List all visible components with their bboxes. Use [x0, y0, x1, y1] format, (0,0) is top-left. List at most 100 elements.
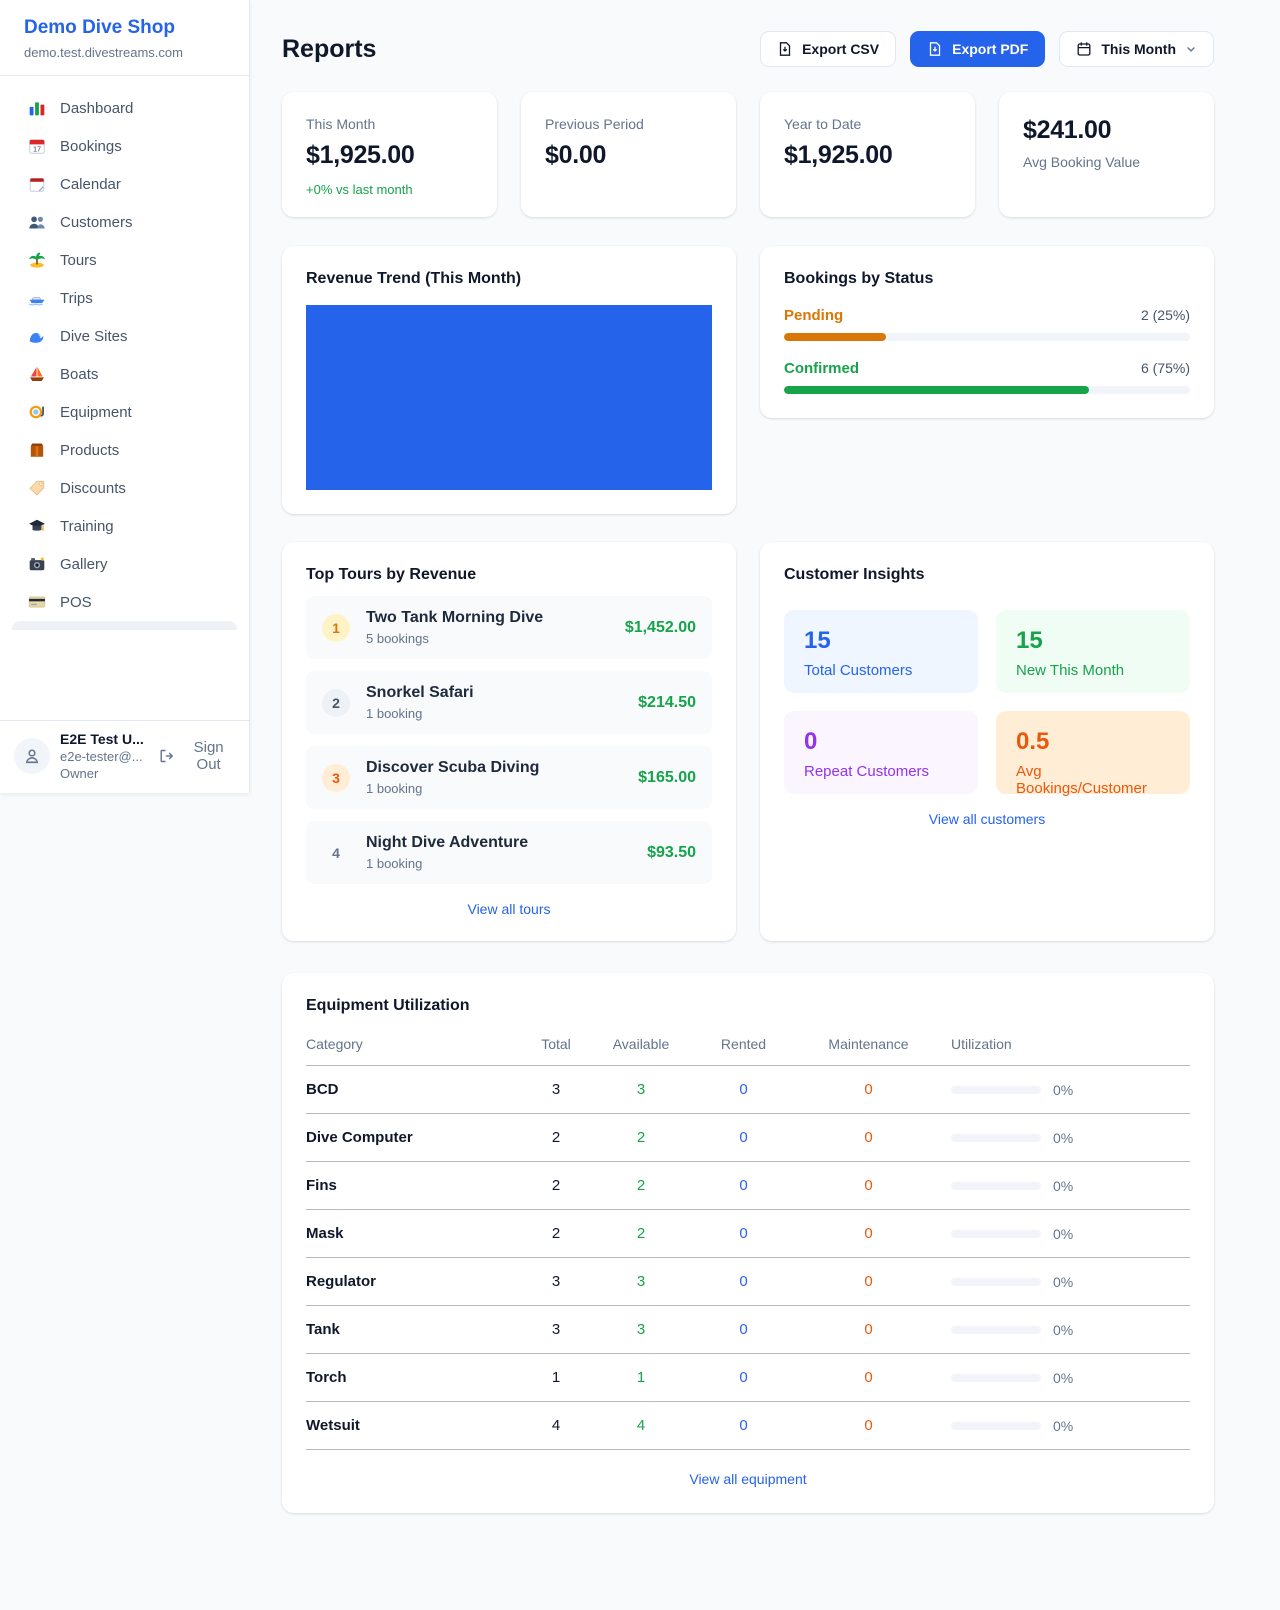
sidebar-item-dashboard[interactable]: Dashboard [12, 89, 237, 127]
sidebar-item-reports-partial[interactable] [12, 621, 237, 630]
period-label: This Month [1101, 41, 1176, 57]
chevron-down-icon [1185, 43, 1197, 55]
equipment-total: 3 [521, 1066, 591, 1114]
tour-amount: $93.50 [647, 844, 696, 862]
sidebar-item-label: Discounts [60, 480, 126, 497]
equipment-rented: 0 [691, 1258, 796, 1306]
sidebar-item-training[interactable]: Training [12, 507, 237, 545]
stat-card-previous-period: Previous Period $0.00 [521, 92, 736, 217]
equipment-rented: 0 [691, 1306, 796, 1354]
sailboat-icon [28, 365, 46, 383]
wave-icon [28, 327, 46, 345]
equipment-table: Category Total Available Rented Maintena… [306, 1036, 1190, 1450]
equipment-available: 3 [591, 1306, 691, 1354]
equipment-total: 2 [521, 1210, 591, 1258]
equipment-total: 1 [521, 1354, 591, 1402]
tour-bookings: 5 bookings [366, 631, 543, 646]
utilization-percent: 0% [1053, 1178, 1073, 1194]
sidebar-item-label: Training [60, 518, 114, 535]
speedboat-icon [28, 289, 46, 307]
equipment-category: BCD [306, 1066, 521, 1114]
top-tours-title: Top Tours by Revenue [306, 566, 712, 584]
brand-name: Demo Dive Shop [24, 17, 225, 39]
sidebar-item-products[interactable]: Products [12, 431, 237, 469]
status-label: Pending [784, 307, 843, 324]
equipment-category: Regulator [306, 1258, 521, 1306]
bookings-status-title: Bookings by Status [784, 270, 1190, 288]
stat-value: $1,925.00 [306, 141, 473, 170]
tile-value: 0 [804, 728, 958, 756]
sidebar-item-calendar[interactable]: Calendar [12, 165, 237, 203]
sidebar-item-label: POS [60, 594, 92, 611]
stat-card-this-month: This Month $1,925.00 +0% vs last month [282, 92, 497, 217]
utilization-percent: 0% [1053, 1226, 1073, 1242]
tile-new-this-month: 15 New This Month [996, 610, 1190, 693]
brand: Demo Dive Shop demo.test.divestreams.com [0, 0, 249, 76]
tour-row: 4 Night Dive Adventure 1 booking $93.50 [306, 821, 712, 884]
sidebar-item-tours[interactable]: Tours [12, 241, 237, 279]
avatar [14, 738, 50, 774]
equipment-row: BCD 3 3 0 0 0% [306, 1066, 1190, 1114]
export-pdf-button[interactable]: Export PDF [910, 31, 1045, 67]
stat-value: $1,925.00 [784, 141, 951, 170]
stat-value: $241.00 [1023, 116, 1190, 145]
view-all-customers-link[interactable]: View all customers [929, 811, 1045, 827]
equipment-available: 4 [591, 1402, 691, 1450]
sidebar-item-bookings[interactable]: 17 Bookings [12, 127, 237, 165]
equipment-rented: 0 [691, 1354, 796, 1402]
rank-badge: 1 [322, 614, 350, 642]
col-header-maintenance: Maintenance [796, 1036, 941, 1066]
equipment-rented: 0 [691, 1114, 796, 1162]
sidebar-item-label: Bookings [60, 138, 122, 155]
sidebar-item-equipment[interactable]: Equipment [12, 393, 237, 431]
equipment-maintenance: 0 [796, 1306, 941, 1354]
utilization-percent: 0% [1053, 1322, 1073, 1338]
user-email: e2e-tester@... [60, 749, 149, 764]
customer-insights-card: Customer Insights 15 Total Customers 15 … [760, 542, 1214, 941]
tour-amount: $165.00 [638, 769, 696, 787]
sidebar-item-boats[interactable]: Boats [12, 355, 237, 393]
people-icon [28, 213, 46, 231]
sidebar-item-label: Equipment [60, 404, 132, 421]
sidebar-item-label: Products [60, 442, 119, 459]
export-csv-button[interactable]: Export CSV [760, 31, 896, 67]
tour-name: Night Dive Adventure [366, 834, 528, 852]
equipment-maintenance: 0 [796, 1162, 941, 1210]
sidebar-item-customers[interactable]: Customers [12, 203, 237, 241]
equipment-category: Mask [306, 1210, 521, 1258]
utilization-track [951, 1182, 1041, 1190]
tour-bookings: 1 booking [366, 856, 528, 871]
page-title: Reports [282, 35, 376, 64]
dive-mask-icon [28, 403, 46, 421]
export-csv-label: Export CSV [802, 41, 879, 57]
stat-value: $0.00 [545, 141, 712, 170]
equipment-maintenance: 0 [796, 1258, 941, 1306]
svg-text:17: 17 [33, 145, 41, 154]
sidebar-item-pos[interactable]: POS [12, 583, 237, 621]
utilization-track [951, 1230, 1041, 1238]
sidebar-item-discounts[interactable]: Discounts [12, 469, 237, 507]
sidebar-item-gallery[interactable]: Gallery [12, 545, 237, 583]
stat-label: This Month [306, 116, 473, 132]
revenue-trend-title: Revenue Trend (This Month) [306, 270, 712, 288]
sidebar-item-label: Gallery [60, 556, 108, 573]
equipment-total: 4 [521, 1402, 591, 1450]
equipment-row: Regulator 3 3 0 0 0% [306, 1258, 1190, 1306]
sidebar-item-trips[interactable]: Trips [12, 279, 237, 317]
equipment-title: Equipment Utilization [306, 997, 1190, 1015]
period-dropdown[interactable]: This Month [1059, 31, 1214, 67]
sidebar-item-dive-sites[interactable]: Dive Sites [12, 317, 237, 355]
sign-out-button[interactable]: Sign Out [159, 739, 235, 773]
equipment-rented: 0 [691, 1210, 796, 1258]
col-header-utilization: Utilization [941, 1036, 1190, 1066]
header-actions: Export CSV Export PDF This Month [760, 31, 1214, 67]
user-role: Owner [60, 766, 149, 781]
status-count: 2 (25%) [1141, 307, 1190, 323]
view-all-equipment-link[interactable]: View all equipment [689, 1471, 806, 1487]
view-all-tours-link[interactable]: View all tours [467, 901, 550, 917]
sign-out-icon [159, 748, 175, 764]
progress-track [784, 333, 1190, 341]
graduation-cap-icon [28, 517, 46, 535]
bar-chart-icon [28, 99, 46, 117]
user-name: E2E Test U... [60, 731, 149, 747]
